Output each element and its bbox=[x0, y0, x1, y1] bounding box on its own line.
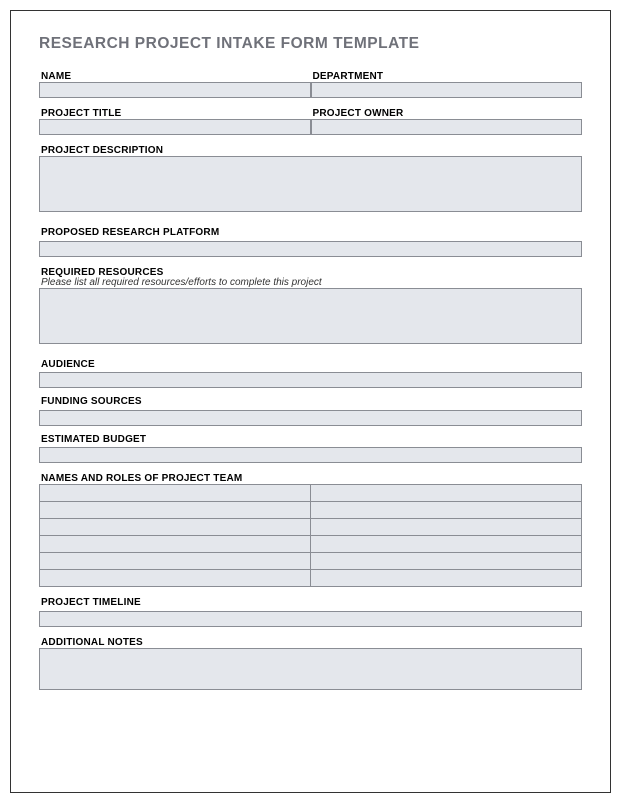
input-estimated-budget[interactable] bbox=[39, 447, 582, 463]
table-row bbox=[40, 536, 582, 553]
team-name-cell[interactable] bbox=[40, 553, 311, 570]
input-funding-sources[interactable] bbox=[39, 410, 582, 426]
label-project-timeline: PROJECT TIMELINE bbox=[39, 597, 582, 608]
field-proposed-platform: PROPOSED RESEARCH PLATFORM bbox=[39, 227, 582, 257]
row-title-owner: PROJECT TITLE PROJECT OWNER bbox=[39, 108, 582, 135]
team-name-cell[interactable] bbox=[40, 485, 311, 502]
field-department: DEPARTMENT bbox=[311, 71, 583, 98]
label-project-title: PROJECT TITLE bbox=[39, 108, 311, 119]
field-project-owner: PROJECT OWNER bbox=[311, 108, 583, 135]
form-title: RESEARCH PROJECT INTAKE FORM TEMPLATE bbox=[39, 35, 582, 53]
label-name: NAME bbox=[39, 71, 311, 82]
table-row bbox=[40, 553, 582, 570]
field-additional-notes: ADDITIONAL NOTES bbox=[39, 637, 582, 695]
input-project-title[interactable] bbox=[39, 119, 311, 135]
team-role-cell[interactable] bbox=[311, 536, 582, 553]
table-row bbox=[40, 485, 582, 502]
input-audience[interactable] bbox=[39, 372, 582, 388]
label-estimated-budget: ESTIMATED BUDGET bbox=[39, 434, 582, 445]
input-project-description[interactable] bbox=[39, 156, 582, 212]
sublabel-required-resources: Please list all required resources/effor… bbox=[39, 277, 582, 288]
team-name-cell[interactable] bbox=[40, 570, 311, 587]
label-funding-sources: FUNDING SOURCES bbox=[39, 396, 582, 407]
team-name-cell[interactable] bbox=[40, 502, 311, 519]
field-estimated-budget: ESTIMATED BUDGET bbox=[39, 434, 582, 464]
input-project-owner[interactable] bbox=[311, 119, 583, 135]
label-department: DEPARTMENT bbox=[311, 71, 583, 82]
field-project-title: PROJECT TITLE bbox=[39, 108, 311, 135]
input-project-timeline[interactable] bbox=[39, 611, 582, 627]
input-name[interactable] bbox=[39, 82, 311, 98]
input-proposed-platform[interactable] bbox=[39, 241, 582, 257]
label-project-description: PROJECT DESCRIPTION bbox=[39, 145, 582, 156]
field-required-resources: REQUIRED RESOURCES Please list all requi… bbox=[39, 267, 582, 349]
label-team: NAMES AND ROLES OF PROJECT TEAM bbox=[39, 473, 582, 484]
input-additional-notes[interactable] bbox=[39, 648, 582, 690]
table-row bbox=[40, 519, 582, 536]
team-name-cell[interactable] bbox=[40, 536, 311, 553]
team-table bbox=[39, 484, 582, 587]
field-project-description: PROJECT DESCRIPTION bbox=[39, 145, 582, 217]
label-additional-notes: ADDITIONAL NOTES bbox=[39, 637, 582, 648]
input-department[interactable] bbox=[311, 82, 583, 98]
field-project-timeline: PROJECT TIMELINE bbox=[39, 597, 582, 627]
field-funding-sources: FUNDING SOURCES bbox=[39, 396, 582, 426]
input-required-resources[interactable] bbox=[39, 288, 582, 344]
field-team: NAMES AND ROLES OF PROJECT TEAM bbox=[39, 473, 582, 587]
table-row bbox=[40, 502, 582, 519]
team-role-cell[interactable] bbox=[311, 553, 582, 570]
field-name: NAME bbox=[39, 71, 311, 98]
team-role-cell[interactable] bbox=[311, 485, 582, 502]
field-audience: AUDIENCE bbox=[39, 359, 582, 389]
label-project-owner: PROJECT OWNER bbox=[311, 108, 583, 119]
team-name-cell[interactable] bbox=[40, 519, 311, 536]
label-audience: AUDIENCE bbox=[39, 359, 582, 370]
label-proposed-platform: PROPOSED RESEARCH PLATFORM bbox=[39, 227, 582, 238]
team-role-cell[interactable] bbox=[311, 570, 582, 587]
team-role-cell[interactable] bbox=[311, 502, 582, 519]
row-name-department: NAME DEPARTMENT bbox=[39, 71, 582, 98]
table-row bbox=[40, 570, 582, 587]
form-page: RESEARCH PROJECT INTAKE FORM TEMPLATE NA… bbox=[10, 10, 611, 793]
team-role-cell[interactable] bbox=[311, 519, 582, 536]
